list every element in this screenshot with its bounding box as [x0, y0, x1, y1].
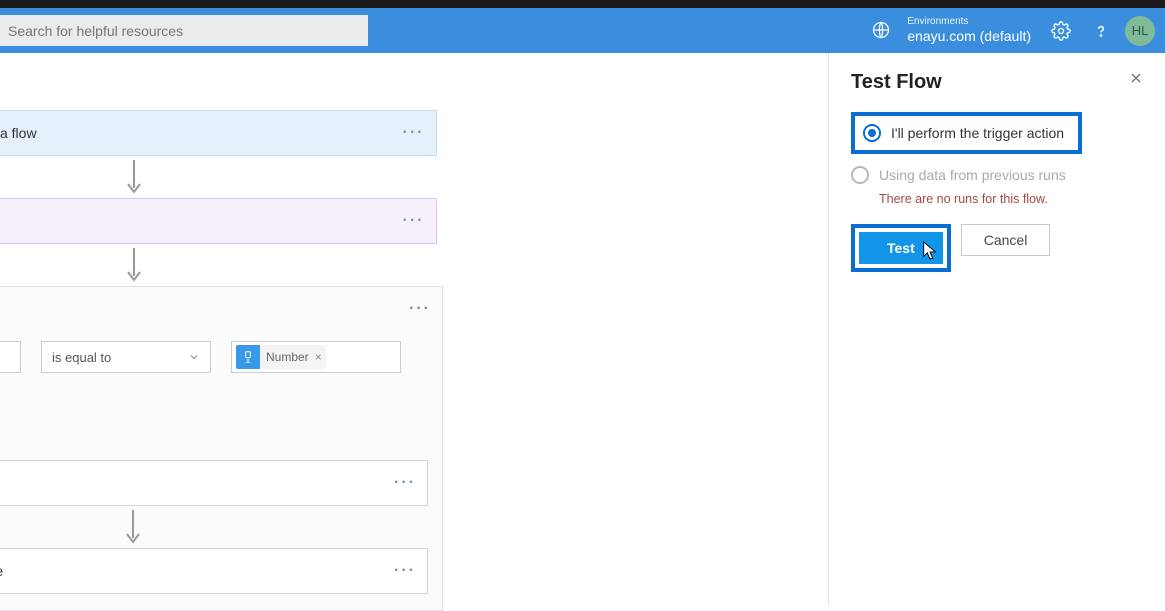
trigger-card[interactable]: Manually trigger a flow ···: [0, 110, 437, 156]
radio-manual-trigger[interactable]: I'll perform the trigger action: [859, 120, 1074, 146]
test-button-label: Test: [887, 240, 915, 256]
change-limits-toggle[interactable]: Change limits: [0, 417, 434, 432]
connector-arrow: [125, 244, 143, 286]
ellipsis-icon: ···: [409, 300, 431, 318]
post-message-title: Post message: [0, 475, 383, 491]
radio-previous-runs: Using data from previous runs: [851, 160, 1143, 190]
help-button[interactable]: [1081, 8, 1121, 53]
globe-icon: [867, 20, 895, 40]
condition-right-field[interactable]: Number ×: [231, 341, 401, 373]
operator-label: is equal to: [52, 350, 111, 365]
chevron-down-icon: [188, 351, 200, 363]
no-runs-note: There are no runs for this flow.: [879, 192, 1143, 206]
cursor-icon: [921, 240, 939, 262]
increment-variable-menu[interactable]: ···: [383, 549, 427, 593]
number-token-label: Number: [260, 345, 315, 369]
remove-token-button[interactable]: ×: [315, 345, 326, 369]
number-token[interactable]: Number ×: [236, 345, 326, 369]
radio-previous-label: Using data from previous runs: [879, 167, 1066, 183]
post-message-card[interactable]: Post message ···: [0, 460, 428, 506]
connector-arrow: [125, 156, 143, 198]
search-input[interactable]: [8, 23, 360, 39]
app-header: Environments enayu.com (default) HL: [0, 8, 1165, 53]
environment-label: Environments: [907, 16, 1031, 28]
test-flow-panel: Test Flow I'll perform the trigger actio…: [828, 53, 1165, 605]
user-avatar[interactable]: HL: [1125, 16, 1155, 46]
flow-canvas: Manually trigger a flow ··· {x} Initiali…: [0, 53, 828, 605]
settings-button[interactable]: [1041, 8, 1081, 53]
post-message-menu[interactable]: ···: [383, 461, 427, 505]
ellipsis-icon: ···: [394, 474, 416, 492]
search-container[interactable]: [0, 15, 368, 46]
gear-icon: [1051, 21, 1071, 41]
operator-select[interactable]: is equal to: [41, 341, 211, 373]
condition-left-field[interactable]: {x} Counter ×: [0, 341, 21, 373]
radio-manual-label: I'll perform the trigger action: [891, 125, 1064, 141]
window-top-strip: [0, 0, 1165, 8]
environment-picker[interactable]: Environments enayu.com (default): [867, 16, 1041, 45]
increment-variable-title: Increment variable: [0, 563, 383, 579]
initialize-variable-title: Initialize variable: [0, 213, 392, 229]
test-button[interactable]: Test: [859, 232, 943, 264]
cancel-button[interactable]: Cancel: [961, 224, 1051, 256]
highlight-box: I'll perform the trigger action: [851, 112, 1082, 154]
connector-arrow: [0, 506, 431, 548]
close-icon: [1129, 71, 1143, 85]
do-until-card[interactable]: Do until ··· {x} Counter × is: [0, 286, 443, 611]
input-icon: [236, 345, 260, 369]
ellipsis-icon: ···: [403, 124, 425, 142]
do-until-menu[interactable]: ···: [398, 287, 442, 331]
question-icon: [1092, 22, 1110, 40]
trigger-title: Manually trigger a flow: [0, 125, 392, 141]
initialize-variable-card[interactable]: {x} Initialize variable ···: [0, 198, 437, 244]
panel-title: Test Flow: [851, 71, 1143, 94]
do-until-title: Do until: [0, 301, 398, 317]
close-panel-button[interactable]: [1129, 71, 1143, 90]
highlight-box: Test: [851, 224, 951, 272]
increment-variable-card[interactable]: {x} Increment variable ···: [0, 548, 428, 594]
initialize-variable-menu[interactable]: ···: [392, 199, 436, 243]
ellipsis-icon: ···: [394, 562, 416, 580]
ellipsis-icon: ···: [403, 212, 425, 230]
trigger-menu[interactable]: ···: [392, 111, 436, 155]
environment-name: enayu.com (default): [907, 28, 1031, 45]
